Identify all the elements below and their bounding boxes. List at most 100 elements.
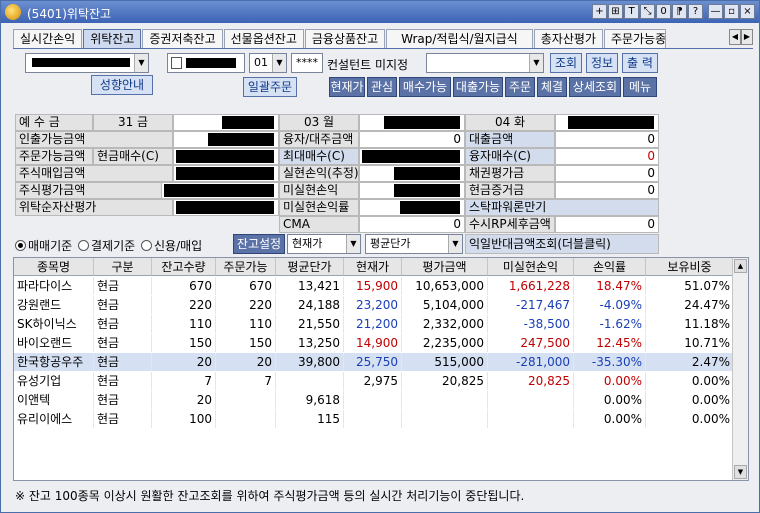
cell-unrealized: -217,467 <box>488 296 574 314</box>
radio-settle-basis[interactable] <box>78 240 89 251</box>
avg-price-value: 평균단가 <box>370 237 411 250</box>
maximize-icon[interactable]: ▫ <box>724 4 739 19</box>
col-header-eval[interactable]: 평가금액 <box>402 258 488 276</box>
query-button[interactable]: 조회 <box>550 53 582 73</box>
table-row[interactable]: 한국항공우주 현금 20 20 39,800 25,750 515,000 -281,000-… <box>14 353 734 371</box>
stock-eval-value <box>161 182 279 199</box>
table-row[interactable]: 유성기업 현금 7 7 2,975 20,825 20,825 0.00% 0.00% <box>14 372 734 390</box>
scroll-down-icon[interactable]: ▼ <box>734 465 747 479</box>
col-header-rate[interactable]: 손익률 <box>574 258 646 276</box>
batch-order-button[interactable]: 일괄주문 <box>243 77 297 97</box>
loan-possible-button[interactable]: 대출가능 <box>453 77 503 97</box>
table-row[interactable]: SK하이닉스 현금 110 110 21,550 21,200 2,332,000 -38,5… <box>14 315 734 333</box>
chevron-down-icon[interactable]: ▼ <box>448 235 462 253</box>
col-header-type[interactable]: 구분 <box>94 258 152 276</box>
balance-setting-button[interactable]: 잔고설정 <box>233 234 285 254</box>
chevron-down-icon[interactable]: ▼ <box>134 54 148 72</box>
cell-orderable: 150 <box>216 334 276 352</box>
redacted-value <box>384 116 460 129</box>
help-icon[interactable]: ? <box>688 4 703 19</box>
tab-wrap[interactable]: Wrap/적립식/월지급식 <box>386 29 533 49</box>
tab-total-assets[interactable]: 총자산평가 <box>533 29 603 49</box>
tab-realtime-pnl[interactable]: 실시간손익 <box>13 29 83 49</box>
cell-weight: 2.47% <box>646 353 734 371</box>
cell-qty: 670 <box>152 277 216 295</box>
unrealized-rate-value <box>359 199 465 216</box>
tab-consign-balance[interactable]: 위탁잔고 <box>83 29 142 49</box>
tab-prev-icon[interactable]: ◀ <box>729 29 741 45</box>
realized-pnl-label: 실현손익(추정) <box>279 165 359 182</box>
tab-strip: 실시간손익 위탁잔고 증권저축잔고 선물옵션잔고 금융상품잔고 Wrap/적립식… <box>13 29 667 49</box>
radio-trade-basis[interactable] <box>15 240 26 251</box>
table-row[interactable]: 이앤텍 현금 20 9,618 0.00% 0.00% <box>14 391 734 409</box>
cash-margin-label: 현금증거금 <box>465 182 555 199</box>
redacted-account <box>32 58 130 67</box>
cell-eval: 2,332,000 <box>402 315 488 333</box>
redacted-name <box>186 58 236 68</box>
table-row[interactable]: 파라다이스 현금 670 670 13,421 15,900 10,653,000 1,661… <box>14 277 734 295</box>
add-icon[interactable]: + <box>592 4 607 19</box>
tab-orderable[interactable]: 주문가능종합 <box>603 29 666 49</box>
redacted-value <box>568 116 654 129</box>
execution-button[interactable]: 체결 <box>537 77 567 97</box>
text-icon[interactable]: T <box>624 4 639 19</box>
scroll-up-icon[interactable]: ▲ <box>734 259 747 273</box>
cell-type: 현금 <box>94 277 152 295</box>
account-select[interactable]: ▼ <box>25 53 149 73</box>
consultant-select[interactable]: ▼ <box>426 53 544 73</box>
table-row[interactable]: 바이오랜드 현금 150 150 13,250 14,900 2,235,000 247,50… <box>14 334 734 352</box>
col-header-price[interactable]: 현재가 <box>344 258 402 276</box>
tab-futures-balance[interactable]: 선물옵션잔고 <box>223 29 304 49</box>
price-basis-select[interactable]: 현재가 ▼ <box>287 234 361 254</box>
buy-possible-button[interactable]: 매수가능 <box>399 77 451 97</box>
avg-price-select[interactable]: 평균단가 ▼ <box>365 234 463 254</box>
order-button[interactable]: 주문 <box>505 77 535 97</box>
tab-savings-balance[interactable]: 증권저축잔고 <box>142 29 223 49</box>
cell-price <box>344 410 402 428</box>
tab-financial-balance[interactable]: 금융상품잔고 <box>304 29 386 49</box>
loan-amount-label: 대출금액 <box>465 131 555 148</box>
chevron-down-icon[interactable]: ▼ <box>272 54 286 72</box>
info-button[interactable]: 정보 <box>586 53 618 73</box>
propensity-button[interactable]: 성향안내 <box>91 75 153 95</box>
detail-query-button[interactable]: 상세조회 <box>569 77 621 97</box>
table-row[interactable]: 강원랜드 현금 220 220 24,188 23,200 5,104,000 -217,46… <box>14 296 734 314</box>
cell-rate: 0.00% <box>574 391 646 409</box>
cell-unrealized: -38,500 <box>488 315 574 333</box>
col-header-orderable[interactable]: 주문가능 <box>216 258 276 276</box>
col-header-avg[interactable]: 평균단가 <box>276 258 344 276</box>
chevron-down-icon[interactable]: ▼ <box>346 235 360 253</box>
col-header-name[interactable]: 종목명 <box>14 258 94 276</box>
current-price-button[interactable]: 현재가 <box>329 77 365 97</box>
menu-button[interactable]: 메뉴 <box>623 77 657 97</box>
tab-next-icon[interactable]: ▶ <box>741 29 753 45</box>
deposit-label: 예 수 금 <box>15 114 93 131</box>
radio-group-basis: 매매기준 결제기준 신용/매입 <box>15 237 202 254</box>
chevron-down-icon[interactable]: ▼ <box>529 54 543 72</box>
radio-trade-basis-label: 매매기준 <box>28 239 73 253</box>
net-asset-label: 위탁순자산평가 <box>15 199 173 216</box>
layout-icon[interactable]: ⊞ <box>608 4 623 19</box>
table-scrollbar[interactable]: ▲ ▼ <box>732 258 748 480</box>
zero-icon[interactable]: 0 <box>656 4 671 19</box>
table-row[interactable]: 유리이에스 현금 100 115 0.00% 0.00% <box>14 410 734 428</box>
col-header-qty[interactable]: 잔고수량 <box>152 258 216 276</box>
col-header-weight[interactable]: 보유비중 <box>646 258 734 276</box>
deposit-d0-value <box>173 114 279 131</box>
cell-unrealized: 247,500 <box>488 334 574 352</box>
max-buy-label: 최대매수(C) <box>279 148 359 165</box>
minimize-icon[interactable]: — <box>708 4 723 19</box>
radio-credit-basis[interactable] <box>141 240 152 251</box>
interest-button[interactable]: 관심 <box>367 77 397 97</box>
pin-icon[interactable]: ⁋ <box>672 4 687 19</box>
cell-eval: 20,825 <box>402 372 488 390</box>
next-day-query-link[interactable]: 익일반대금액조회(더블클릭) <box>465 234 659 254</box>
account-suffix-select[interactable]: 01 ▼ <box>249 53 287 73</box>
print-button[interactable]: 출 력 <box>622 53 658 73</box>
cell-avg: 13,250 <box>276 334 344 352</box>
close-icon[interactable]: × <box>740 4 755 19</box>
resize-icon[interactable]: ⤡ <box>640 4 655 19</box>
price-basis-value: 현재가 <box>292 237 323 250</box>
password-field[interactable]: **** <box>291 53 323 73</box>
col-header-unrealized[interactable]: 미실현손익 <box>488 258 574 276</box>
